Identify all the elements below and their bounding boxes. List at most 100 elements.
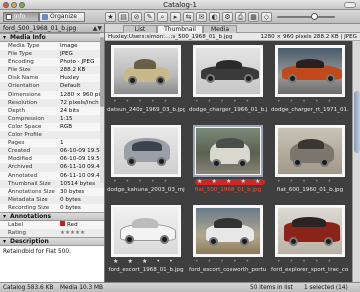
rating-dots[interactable]: • • • • •	[195, 99, 265, 105]
tab-list[interactable]: List	[123, 25, 157, 33]
info-row: Media Type Image	[0, 42, 104, 51]
thumbnail-item[interactable]: • • • • • fiat_600_1960_01_b.jpg	[269, 121, 351, 201]
info-segment-button[interactable]: Info	[3, 12, 39, 22]
thumbnail-caption: ford_escort_1968_01_b.jpg	[108, 267, 184, 273]
thumbnail-item-selected[interactable]: ★ ★ ★ ★ ★ fiat_500_1968_01_b.jpg	[187, 121, 269, 201]
info-row: File Type JPEG	[8, 51, 73, 58]
media-info-section-header[interactable]: ▾ Media Info	[0, 33, 104, 42]
print-toolbar-button[interactable]: ⎙	[235, 12, 246, 22]
file-path-bar: Huxley:Users:simon:...:s_500_1968_01_b.j…	[105, 33, 360, 41]
info-row: Recording Size 0 bytes	[0, 203, 104, 212]
file-nav-arrows[interactable]: ▲▼	[93, 24, 102, 33]
info-row: Metadata Size 0 bytes	[8, 196, 81, 203]
rating-dots[interactable]: • • • • •	[277, 259, 347, 265]
thumbnail-caption: ford_escort_cosworth_portu...	[189, 267, 267, 273]
toolbar: Info Organize ★ ▤ ⊘ ✎ ⌕ ▸ ⇆ ✉ ◐ ⚙ ⎙ ▦ ◇	[0, 10, 360, 24]
delete-toolbar-button[interactable]: ⊘	[131, 12, 142, 22]
rating-dots[interactable]: • • • • •	[277, 99, 347, 105]
toolbar-toggle-button[interactable]	[344, 2, 356, 8]
thumbnail-grid-scrollbar[interactable]	[352, 41, 360, 282]
car-photo	[114, 208, 178, 254]
window-titlebar: Catalog-1	[0, 0, 360, 10]
file-info-summary: 1280 × 960 pixels 288.2 KB | JPEG	[260, 34, 358, 40]
thumbnail-item[interactable]: • • • • • ford_escort_cosworth_portu...	[187, 201, 269, 281]
search-toolbar-button[interactable]: ⌕	[157, 12, 168, 22]
label-row[interactable]: Label Red	[0, 220, 104, 230]
thumbnail-item[interactable]: • • • • • dodge_charger_1966_01_b.jpg	[187, 41, 269, 121]
description-section-header[interactable]: ▾ Description	[0, 237, 104, 247]
star-toolbar-button[interactable]: ★	[105, 12, 116, 22]
thumbnail-caption: dodge_kahuna_2003_03_mj...	[107, 187, 185, 193]
rating-stars-selected[interactable]: ★ ★ ★ ★ ★	[195, 179, 265, 185]
car-photo	[278, 208, 342, 254]
media-size: Media 10.3 MB	[60, 285, 103, 291]
view-tabs: List Thumbnail Media	[105, 24, 360, 33]
thumbnail-caption: ford_explorer_sport_trac_co...	[271, 267, 349, 273]
organize-segment-button[interactable]: Organize	[39, 12, 85, 22]
info-icon	[6, 14, 12, 20]
thumbnail-size-slider[interactable]	[277, 16, 335, 18]
mail-toolbar-button[interactable]: ✉	[196, 12, 207, 22]
red-label-swatch-icon	[60, 221, 65, 227]
info-panel: ford_500_1968_01_b.jpg ▲▼ ▾ Media Info Me…	[0, 24, 105, 282]
thumbnail-caption: fiat_500_1968_01_b.jpg	[194, 187, 262, 193]
info-row: File Size 288.2 KB	[8, 67, 86, 74]
organize-icon	[42, 14, 48, 20]
thumbnail-caption: dodge_charger_rt_1971_01...	[271, 107, 349, 113]
window-title: Catalog-1	[163, 1, 197, 9]
scrollbar-thumb[interactable]	[354, 91, 360, 153]
info-row: Color Profile	[8, 132, 42, 139]
current-file-name: ford_500_1968_01_b.jpg	[3, 25, 77, 32]
description-textarea[interactable]: Retaindbid for Fiat 500.	[0, 246, 104, 282]
disclosure-triangle-icon: ▾	[3, 238, 7, 246]
list-toolbar-button[interactable]: ▤	[118, 12, 129, 22]
grid-view-toolbar-button[interactable]: ▦	[248, 12, 259, 22]
play-toolbar-button[interactable]: ▸	[170, 12, 181, 22]
info-row: Resolution 72 pixels/inch	[8, 99, 99, 106]
thumbnail-item[interactable]: • • • • • ford_explorer_sport_trac_co...	[269, 201, 351, 281]
selection-count: 1 selected (14)	[304, 285, 348, 291]
file-path: Huxley:Users:simon:...:s_500_1968_01_b.j…	[108, 34, 233, 40]
info-row: Annotations Size 30 bytes	[0, 187, 104, 196]
annotations-section-header[interactable]: ▾ Annotations	[0, 211, 104, 221]
info-row: Encoding Photo - JPEG	[0, 58, 104, 67]
info-row: Created06-10-09 19.52.27	[8, 148, 104, 155]
car-photo	[196, 48, 260, 94]
info-row: Compression 1:15	[8, 115, 73, 122]
info-row: Color Space RGB	[0, 122, 104, 132]
thumbnail-item[interactable]: • • • • • dodge_kahuna_2003_03_mj...	[105, 121, 187, 201]
rating-stars[interactable]: ★★★★★	[60, 229, 104, 237]
rating-dots[interactable]: • • • • •	[277, 179, 347, 185]
edit-toolbar-button[interactable]: ✎	[144, 12, 155, 22]
car-photo	[114, 48, 178, 94]
disclosure-triangle-icon: ▾	[3, 212, 7, 220]
media-info-list: Media Type Image File Type JPEG Encoding Ph…	[0, 42, 104, 212]
sync-toolbar-button[interactable]: ⇆	[183, 12, 194, 22]
rating-stars[interactable]: ★ ★ ★ • •	[113, 259, 183, 265]
shape-toolbar-button[interactable]: ◇	[261, 12, 272, 22]
thumbnail-item[interactable]: ★ ★ ★ • • ford_escort_1968_01_b.jpg	[105, 201, 187, 281]
thumbnail-item[interactable]: • • • • • dodge_charger_rt_1971_01...	[269, 41, 351, 121]
thumbnail-caption: fiat_600_1960_01_b.jpg	[276, 187, 344, 193]
tab-media[interactable]: Media	[203, 25, 237, 33]
thumbnail-caption: datsun_240z_1969_03_b.jpg	[107, 107, 185, 113]
tab-thumbnail[interactable]: Thumbnail	[157, 25, 203, 33]
disclosure-triangle-icon: ▾	[3, 34, 7, 41]
status-bar: Catalog 583.6 KB Media 10.3 MB 50 items …	[0, 282, 360, 292]
scrollbar-thumb[interactable]	[100, 37, 104, 107]
info-panel-scrollbar[interactable]	[100, 33, 104, 183]
info-row: Depth 24 bits	[0, 106, 104, 115]
rating-dots[interactable]: • • • • •	[195, 259, 265, 265]
car-photo	[114, 128, 178, 174]
thumbnail-item[interactable]: • • • • • datsun_240z_1969_03_b.jpg	[105, 41, 187, 121]
car-photo	[278, 128, 342, 174]
rating-row[interactable]: Rating ★★★★★	[0, 229, 104, 237]
rating-dots[interactable]: • • • • •	[113, 179, 183, 185]
info-row: Thumbnail Size 10514 bytes	[8, 180, 95, 187]
slider-thumb[interactable]	[311, 13, 318, 20]
rating-dots[interactable]: • • • • •	[113, 99, 183, 105]
car-photo	[196, 128, 260, 174]
settings-toolbar-button[interactable]: ⚙	[222, 12, 233, 22]
catalog-size: Catalog 583.6 KB	[3, 285, 54, 291]
contrast-toolbar-button[interactable]: ◐	[209, 12, 220, 22]
